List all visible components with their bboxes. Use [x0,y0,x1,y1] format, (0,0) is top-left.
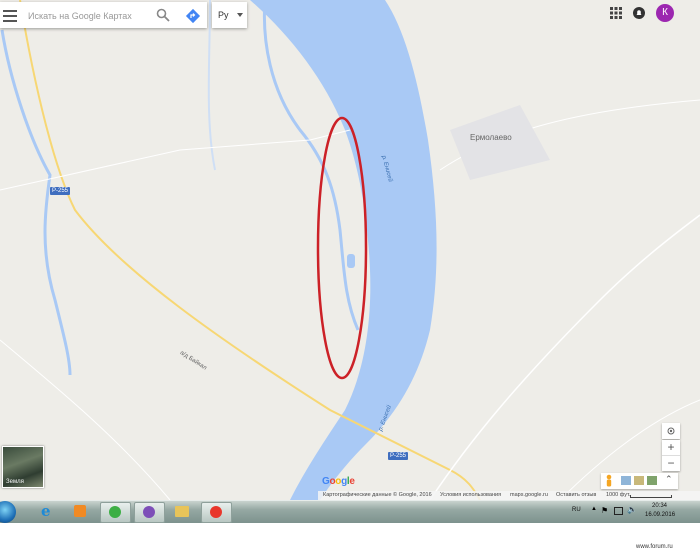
viber-icon [143,506,155,518]
notifications-icon[interactable] [632,6,646,20]
tray-language[interactable]: RU [572,507,581,513]
windows-taskbar: e RU ▲ ⚑ 🔈 20:34 16.09.2016 [0,500,700,523]
scale-bar [630,495,672,498]
tray-time[interactable]: 20:34 [652,503,667,509]
zoom-out-button[interactable]: − [662,456,680,471]
layer-thumb-terrain[interactable] [647,476,657,485]
tray-flag-icon[interactable]: ⚑ [601,506,608,515]
tray-network-icon[interactable] [614,507,623,515]
tray-show-hidden-icon[interactable]: ▲ [591,506,597,512]
site-link[interactable]: maps.google.ru [510,492,548,498]
search-box [0,2,207,28]
apps-grid-icon[interactable] [609,6,623,20]
my-location-icon [667,427,675,435]
yandex-browser-icon [210,506,222,518]
watermark-text: www.forum.ru [636,544,673,550]
folder-icon [175,506,189,517]
app-green-icon [109,506,121,518]
map-footer: Картографические данные © Google, 2016 У… [318,491,700,500]
directions-icon[interactable] [185,8,201,24]
menu-icon[interactable] [3,8,17,22]
terms-link[interactable]: Условия использования [440,492,501,498]
ie-icon: e [41,502,51,520]
taskbar-app-green[interactable] [100,502,131,523]
map-canvas[interactable] [0,0,700,500]
language-label: Ру [218,10,229,20]
media-player-icon [74,505,86,517]
place-label-ermolaevo: Ермолаево [470,133,512,142]
feedback-link[interactable]: Оставить отзыв [556,492,596,498]
layers-bar: ⌃ [601,473,678,489]
taskbar-ie[interactable]: e [34,502,63,521]
tray-volume-icon[interactable]: 🔈 [627,505,637,514]
chevron-down-icon [237,13,243,17]
google-logo: Google [322,476,355,487]
tray-date[interactable]: 16.09.2016 [645,512,675,518]
my-location-button[interactable] [662,423,680,439]
layer-thumb-transit[interactable] [621,476,631,485]
taskbar-viber[interactable] [134,502,165,523]
start-button[interactable] [0,501,16,523]
road-label-r255-bottom: Р-255 [388,452,409,460]
layer-thumb-traffic[interactable] [634,476,644,485]
zoom-in-button[interactable]: + [662,440,680,456]
scale-label: 1000 фут. [606,492,631,498]
account-avatar[interactable]: К [656,4,674,22]
pegman-icon[interactable] [604,474,614,488]
attribution-text: Картографические данные © Google, 2016 [323,492,432,498]
language-selector[interactable]: Ру [212,2,247,28]
zoom-controls: + − [662,440,680,471]
taskbar-explorer[interactable] [168,502,197,521]
search-icon[interactable] [156,8,170,22]
taskbar-yandex[interactable] [201,502,232,523]
search-input[interactable] [26,6,154,26]
earth-label: Земля [6,479,24,485]
taskbar-media[interactable] [66,502,95,521]
expand-icon[interactable]: ⌃ [665,474,673,485]
road-label-r255-top: Р-255 [50,187,71,195]
earth-view-toggle[interactable]: Земля [2,446,44,488]
small-lake [347,254,355,268]
